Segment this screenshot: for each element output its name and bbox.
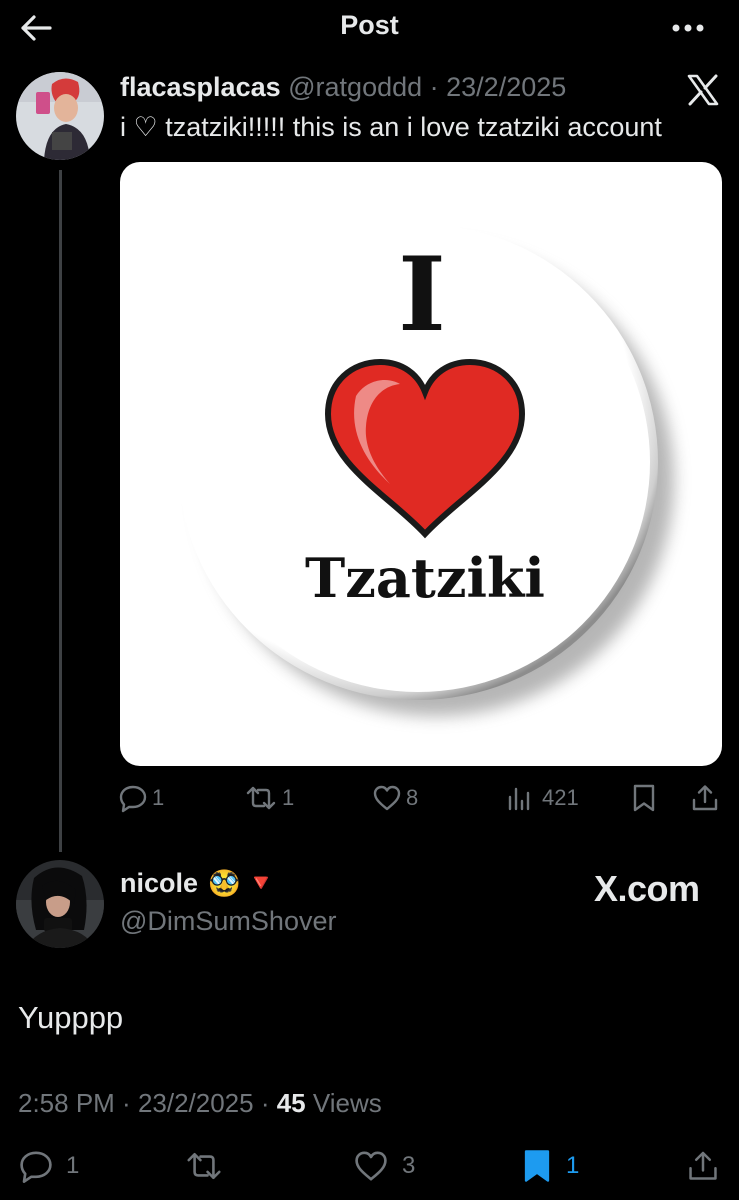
share-button[interactable] [690,780,720,816]
reply-author: nicole 🥸 🔻 [120,868,276,899]
separator: · [253,1088,277,1118]
reply-button[interactable]: 1 [18,1146,79,1186]
reply-button[interactable]: 1 [118,780,164,816]
share-icon [690,783,720,813]
disguise-emoji-icon: 🥸 [208,868,241,898]
repost-icon [184,1148,224,1184]
views-count: 45 [276,1088,306,1118]
post-date[interactable]: 23/2/2025 [446,72,566,102]
display-name[interactable]: nicole [120,868,198,899]
bookmark-button[interactable]: 1 [520,1146,579,1186]
image-text-i: I [398,235,446,355]
handle[interactable]: @ratgoddd [288,72,422,102]
heart-icon [372,783,402,813]
quoted-post-actions: 1 1 8 421 [118,780,728,816]
like-button[interactable]: 8 [372,780,418,816]
post-date[interactable]: 23/2/2025 [138,1088,254,1118]
avatar[interactable] [16,72,104,160]
post-actions: 1 3 1 [18,1146,723,1186]
separator: · [114,1088,138,1118]
quoted-post-header: flacasplacas @ratgoddd · 23/2/2025 [120,72,566,103]
image-text-tzatziki: Tzatziki [305,546,545,610]
avatar[interactable] [16,860,104,948]
reply-icon [118,783,148,813]
post-image[interactable]: I Tzatziki [120,162,722,766]
display-name[interactable]: flacasplacas [120,72,281,102]
views-label: Views [305,1088,382,1118]
post-meta: 2:58 PM · 23/2/2025 · 45 Views [18,1088,382,1119]
views-chart-icon [506,783,534,813]
bookmark-count: 1 [566,1152,580,1179]
reply-count: 1 [152,785,165,810]
x-com-brand: X.com [594,868,700,909]
bookmark-filled-icon [520,1147,554,1185]
post-time[interactable]: 2:58 PM [18,1088,115,1118]
page-title: Post [340,10,399,40]
like-count: 8 [406,785,419,810]
post-text: Yupppp [18,1000,124,1035]
more-dots-icon[interactable] [668,14,708,42]
reply-count: 1 [66,1152,80,1179]
share-button[interactable] [686,1146,720,1186]
repost-icon [244,783,278,813]
thread-line [59,170,62,852]
handle[interactable]: @DimSumShover [120,906,336,937]
heart-image-icon [320,356,530,542]
share-icon [686,1148,720,1184]
post-text: i ♡ tzatziki!!!!! this is an i love tzat… [120,112,662,142]
bookmark-button[interactable] [630,780,658,816]
red-triangle-icon: 🔻 [246,870,277,897]
reply-icon [18,1148,54,1184]
heart-icon [352,1148,390,1184]
x-logo-icon [686,74,720,106]
repost-button[interactable] [184,1146,224,1186]
repost-button[interactable]: 1 [244,780,294,816]
repost-count: 1 [282,785,295,810]
like-count: 3 [402,1152,416,1179]
views-count: 421 [542,785,579,810]
top-bar: Post [0,0,739,56]
views-button[interactable]: 421 [506,780,579,816]
bookmark-icon [630,783,658,813]
like-button[interactable]: 3 [352,1146,415,1186]
separator: · [422,72,447,102]
